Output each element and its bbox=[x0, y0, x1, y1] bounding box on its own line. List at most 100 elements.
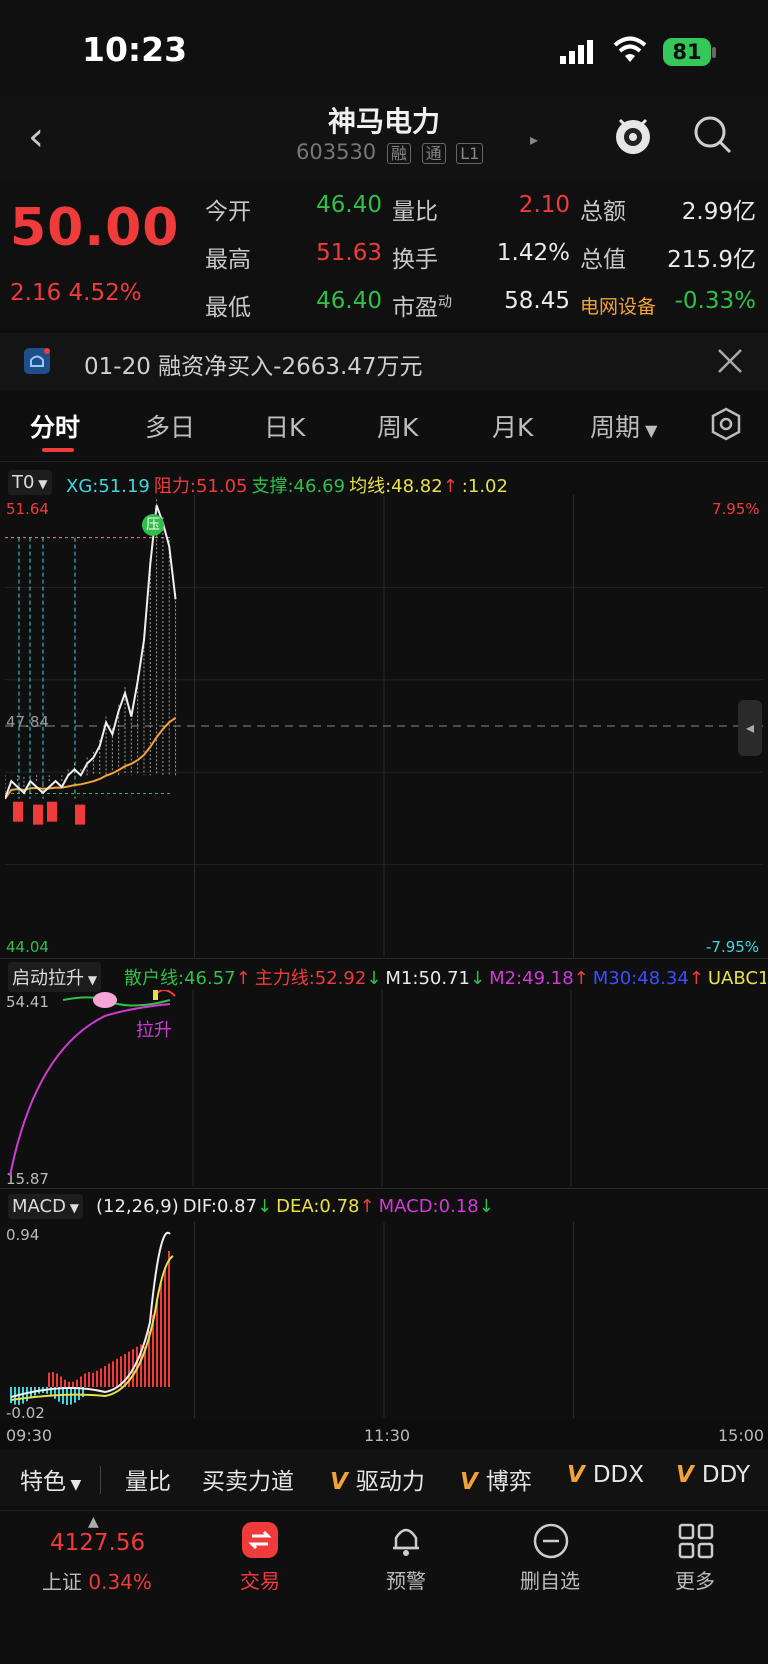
volume-ratio-value: 2.10 bbox=[518, 192, 570, 218]
index-name: 上证 bbox=[42, 1570, 82, 1594]
caret-down-icon: ▼ bbox=[65, 1201, 80, 1215]
divider bbox=[100, 1466, 101, 1494]
mascot-icon[interactable] bbox=[610, 112, 656, 158]
legend-item: ↓ bbox=[469, 968, 486, 989]
vip-icon: V bbox=[460, 1469, 486, 1495]
turnover-amount-value: 2.99亿 bbox=[681, 199, 756, 225]
caret-down-icon: ▼ bbox=[84, 973, 98, 987]
pe-dynamic-superscript: 动 bbox=[438, 294, 452, 311]
collapse-handle[interactable]: ◂ bbox=[738, 700, 762, 756]
remove-watchlist-icon[interactable] bbox=[532, 1522, 570, 1560]
tab-period[interactable]: 周期 ▼ bbox=[590, 408, 657, 444]
volume-ratio-label: 量比 bbox=[392, 199, 438, 225]
legend-item: ↑ bbox=[442, 476, 458, 497]
launch-marker: 拉升 bbox=[136, 1020, 172, 1041]
indicator-buy-sell-power[interactable]: 买卖力道 bbox=[202, 1462, 294, 1496]
nav-remove-watchlist[interactable]: 删自选 bbox=[500, 1565, 600, 1594]
tab-active-indicator bbox=[42, 448, 74, 452]
search-icon[interactable] bbox=[692, 114, 734, 156]
resistance-marker: 压 bbox=[142, 514, 164, 536]
legend-item: M30:48.34 bbox=[592, 968, 689, 989]
nav-more[interactable]: 更多 bbox=[645, 1565, 745, 1594]
macd-legend: (12,26,9) DIF:0.87↓ DEA:0.78↑ MACD:0.18↓ bbox=[92, 1196, 494, 1217]
pe-label: 市盈动 bbox=[392, 294, 452, 321]
vip-icon: V bbox=[567, 1462, 593, 1488]
sector-label[interactable]: 电网设备 bbox=[580, 292, 656, 319]
bell-icon bbox=[22, 346, 52, 376]
launch-indicator-legend: 散户线:46.57↑ 主力线:52.92↓ M1:50.71↓ M2:49.18↑ M3… bbox=[120, 964, 766, 990]
legend-item: ↑ bbox=[573, 968, 589, 989]
indicator-volume-ratio[interactable]: 量比 bbox=[125, 1462, 171, 1496]
index-up-arrow-icon: ▲ bbox=[88, 1514, 99, 1530]
legend-item: DIF:0.87 bbox=[182, 1196, 258, 1217]
t0-selector[interactable]: T0 ▼ bbox=[8, 470, 52, 495]
tab-multi-day[interactable]: 多日 bbox=[145, 408, 195, 444]
tab-monthly-k[interactable]: 月K bbox=[492, 408, 533, 444]
nav-alert[interactable]: 预警 bbox=[356, 1565, 456, 1594]
legend-item: M2:49.18 bbox=[489, 968, 574, 989]
index-pct: 0.34% bbox=[88, 1570, 152, 1594]
indicator-game[interactable]: V 博弈 bbox=[460, 1462, 532, 1496]
high-label: 最高 bbox=[205, 247, 251, 273]
launch-indicator-selector[interactable]: 启动拉升 ▼ bbox=[8, 962, 102, 992]
macd-selector[interactable]: MACD ▼ bbox=[8, 1194, 84, 1219]
legend-item: :1.02 bbox=[461, 476, 508, 497]
pe-value: 58.45 bbox=[504, 288, 570, 314]
caret-down-icon: ▼ bbox=[66, 1477, 82, 1493]
turnover-amount-label: 总额 bbox=[580, 199, 626, 225]
low-label: 最低 bbox=[205, 295, 251, 321]
indicator-ddy[interactable]: V DDY bbox=[676, 1462, 750, 1488]
indicator-drive[interactable]: V 驱动力 bbox=[330, 1462, 425, 1496]
tab-weekly-k[interactable]: 周K bbox=[377, 408, 418, 444]
index-value[interactable]: 4127.56 bbox=[50, 1530, 145, 1556]
last-price: 50.00 bbox=[10, 198, 180, 258]
macd-chart bbox=[10, 1222, 574, 1418]
stock-code: 603530 bbox=[296, 140, 377, 164]
buy-signal-marker bbox=[75, 804, 85, 825]
more-grid-icon[interactable] bbox=[677, 1522, 715, 1560]
legend-item: ↓ bbox=[478, 1196, 494, 1217]
vip-icon: V bbox=[676, 1462, 702, 1488]
legend-item: 支撑:46.69 bbox=[251, 476, 346, 497]
legend-item: ↑ bbox=[359, 1196, 375, 1217]
alert-bell-icon[interactable] bbox=[388, 1520, 424, 1560]
time-axis-start: 09:30 bbox=[6, 1426, 53, 1445]
trade-icon[interactable] bbox=[242, 1522, 278, 1558]
turnover-rate-label: 换手 bbox=[392, 247, 438, 273]
buy-signal-marker bbox=[33, 804, 43, 825]
caret-down-icon: ▼ bbox=[34, 477, 48, 491]
market-cap-value: 215.9亿 bbox=[667, 247, 756, 273]
legend-item: M1:50.71 bbox=[385, 968, 470, 989]
legend-item: DEA:0.78 bbox=[276, 1196, 360, 1217]
next-stock-icon[interactable]: ▸ bbox=[530, 130, 538, 149]
battery-cap bbox=[712, 47, 716, 58]
wifi-icon bbox=[612, 36, 648, 64]
pct-bottom-label: -7.95% bbox=[706, 938, 760, 956]
nav-trade[interactable]: 交易 bbox=[210, 1565, 310, 1594]
stock-code-line: 603530 融 通 L1 bbox=[296, 140, 484, 164]
buy-signal-marker bbox=[13, 801, 23, 822]
sector-change-value: -0.33% bbox=[674, 288, 756, 314]
pct-top-label: 7.95% bbox=[712, 500, 760, 518]
high-value: 51.63 bbox=[316, 240, 382, 266]
y-bottom-label: 44.04 bbox=[6, 938, 49, 956]
indicator-special[interactable]: 特色 ▼ bbox=[20, 1462, 81, 1496]
indicator-ddx[interactable]: V DDX bbox=[567, 1462, 644, 1488]
legend-item: UABC1:- bbox=[707, 968, 766, 989]
legend-item: (12,26,9) bbox=[96, 1196, 179, 1217]
tab-daily-k[interactable]: 日K bbox=[264, 408, 305, 444]
tab-intraday[interactable]: 分时 bbox=[30, 408, 80, 444]
status-time: 10:23 bbox=[82, 30, 188, 69]
battery-icon: 81 bbox=[663, 38, 711, 66]
turnover-rate-value: 1.42% bbox=[496, 240, 570, 266]
price-change: 2.16 4.52% bbox=[10, 280, 142, 306]
legend-item: XG:51.19 bbox=[66, 476, 150, 497]
buy-signal-marker bbox=[47, 801, 57, 822]
legend-item: MACD:0.18 bbox=[378, 1196, 479, 1217]
connect-tag: 通 bbox=[421, 143, 446, 164]
signal-icon bbox=[560, 40, 596, 64]
change-percent: 4.52% bbox=[68, 280, 142, 306]
close-icon[interactable] bbox=[715, 346, 745, 376]
settings-icon[interactable] bbox=[708, 406, 744, 442]
y-mid-label: 47.84 bbox=[6, 713, 49, 731]
